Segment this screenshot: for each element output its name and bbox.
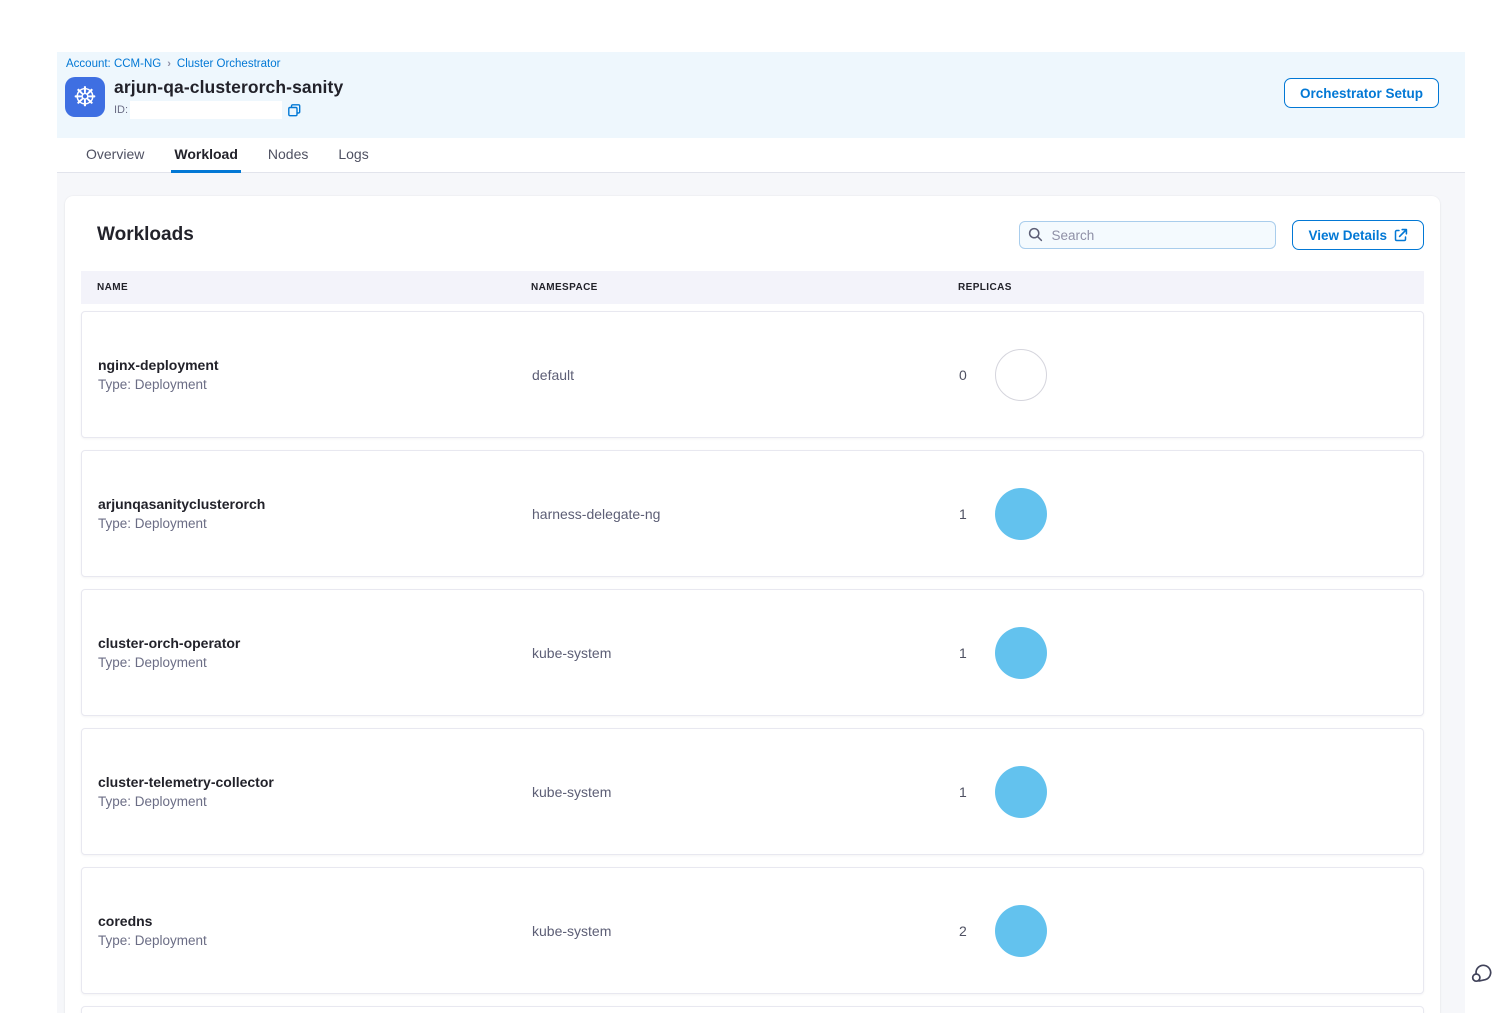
table-header-row: NAME NAMESPACE REPLICAS	[81, 271, 1424, 304]
search-box	[1019, 221, 1276, 249]
column-header-name: NAME	[97, 282, 531, 293]
workload-name-cell: nginx-deployment Type: Deployment	[98, 357, 532, 392]
workload-name-cell: cluster-orch-operator Type: Deployment	[98, 635, 532, 670]
breadcrumb-chevron-icon: ›	[167, 58, 171, 70]
workload-namespace: harness-delegate-ng	[532, 506, 959, 522]
workload-name: arjunqasanityclusterorch	[98, 496, 532, 512]
breadcrumb: Account: CCM-NG › Cluster Orchestrator	[65, 58, 343, 70]
workload-replicas-cell: 1	[959, 488, 1407, 540]
replica-status-circle	[995, 488, 1047, 540]
workload-type: Type: Deployment	[98, 794, 532, 809]
replicas-count: 0	[959, 367, 967, 383]
workload-namespace: default	[532, 367, 959, 383]
cluster-id-label: ID:	[114, 104, 128, 116]
help-chat-icon[interactable]	[1466, 957, 1496, 987]
tab-nodes[interactable]: Nodes	[265, 138, 311, 173]
cluster-id-redacted	[130, 101, 282, 119]
view-details-label: View Details	[1308, 228, 1387, 243]
search-icon	[1028, 227, 1043, 242]
kubernetes-icon: ☸	[65, 77, 105, 117]
breadcrumb-account-link[interactable]: Account: CCM-NG	[66, 58, 161, 70]
header-left: Account: CCM-NG › Cluster Orchestrator ☸…	[65, 58, 343, 138]
workload-name-cell: cluster-telemetry-collector Type: Deploy…	[98, 774, 532, 809]
workload-name-cell: arjunqasanityclusterorch Type: Deploymen…	[98, 496, 532, 531]
replicas-count: 1	[959, 784, 967, 800]
tab-bar: Overview Workload Nodes Logs	[57, 138, 1465, 173]
search-input[interactable]	[1019, 221, 1276, 249]
cluster-orchestrator-app: Account: CCM-NG › Cluster Orchestrator ☸…	[57, 52, 1465, 1013]
workload-namespace: kube-system	[532, 645, 959, 661]
card-header-actions: View Details	[1019, 220, 1424, 250]
workload-type: Type: Deployment	[98, 516, 532, 531]
breadcrumb-section-link[interactable]: Cluster Orchestrator	[177, 58, 281, 70]
replicas-count: 1	[959, 506, 967, 522]
replica-status-circle	[995, 349, 1047, 401]
replica-status-circle	[995, 905, 1047, 957]
workload-replicas-cell: 1	[959, 627, 1407, 679]
title-row: ☸ arjun-qa-clusterorch-sanity ID:	[65, 77, 343, 119]
page-title: arjun-qa-clusterorch-sanity	[114, 77, 343, 98]
table-row-partially-visible[interactable]	[81, 1006, 1424, 1013]
table-row[interactable]: coredns Type: Deployment kube-system 2	[81, 867, 1424, 994]
table-row[interactable]: nginx-deployment Type: Deployment defaul…	[81, 311, 1424, 438]
column-header-namespace: NAMESPACE	[531, 282, 958, 293]
workload-rows: nginx-deployment Type: Deployment defaul…	[81, 311, 1424, 1013]
workload-type: Type: Deployment	[98, 655, 532, 670]
workload-name: cluster-orch-operator	[98, 635, 532, 651]
tab-workload[interactable]: Workload	[171, 138, 241, 173]
orchestrator-setup-button[interactable]: Orchestrator Setup	[1284, 78, 1439, 108]
page-header: Account: CCM-NG › Cluster Orchestrator ☸…	[57, 52, 1465, 138]
workload-namespace: kube-system	[532, 784, 959, 800]
workload-name: coredns	[98, 913, 532, 929]
external-link-icon	[1394, 228, 1408, 242]
view-details-button[interactable]: View Details	[1292, 220, 1424, 250]
workloads-card: Workloads View Details	[65, 196, 1440, 1013]
content-area: Workloads View Details	[57, 173, 1465, 1013]
workload-type: Type: Deployment	[98, 377, 532, 392]
title-column: arjun-qa-clusterorch-sanity ID:	[114, 77, 343, 119]
workload-name: nginx-deployment	[98, 357, 532, 373]
tab-overview[interactable]: Overview	[83, 138, 147, 173]
workload-name: cluster-telemetry-collector	[98, 774, 532, 790]
cluster-id-row: ID:	[114, 101, 343, 119]
column-header-replicas: REPLICAS	[958, 282, 1408, 293]
workload-replicas-cell: 2	[959, 905, 1407, 957]
workload-replicas-cell: 0	[959, 349, 1407, 401]
table-row[interactable]: cluster-orch-operator Type: Deployment k…	[81, 589, 1424, 716]
replica-status-circle	[995, 627, 1047, 679]
workload-replicas-cell: 1	[959, 766, 1407, 818]
table-row[interactable]: arjunqasanityclusterorch Type: Deploymen…	[81, 450, 1424, 577]
copy-icon[interactable]	[288, 104, 301, 117]
workloads-title: Workloads	[97, 224, 194, 246]
tab-logs[interactable]: Logs	[335, 138, 371, 173]
table-row[interactable]: cluster-telemetry-collector Type: Deploy…	[81, 728, 1424, 855]
replicas-count: 2	[959, 923, 967, 939]
workload-name-cell: coredns Type: Deployment	[98, 913, 532, 948]
workload-namespace: kube-system	[532, 923, 959, 939]
replica-status-circle	[995, 766, 1047, 818]
workload-type: Type: Deployment	[98, 933, 532, 948]
replicas-count: 1	[959, 645, 967, 661]
workloads-card-header: Workloads View Details	[81, 220, 1424, 250]
